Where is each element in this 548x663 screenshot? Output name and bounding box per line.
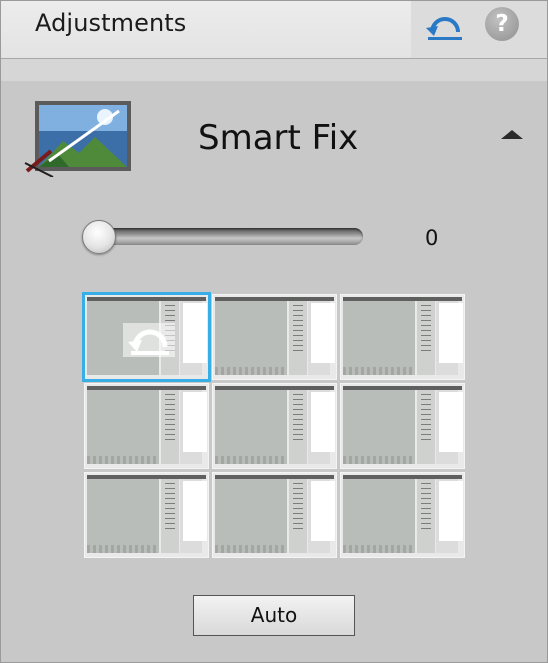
thumbnail-3[interactable]: [340, 294, 465, 380]
undo-button[interactable]: [424, 8, 466, 42]
thumbnail-6[interactable]: [340, 383, 465, 469]
help-button[interactable]: ?: [485, 7, 519, 41]
auto-button[interactable]: Auto: [193, 595, 355, 636]
adjustments-panel: Adjustments ? Smart Fix 0 Auto: [0, 0, 548, 663]
thumbnail-1[interactable]: [82, 292, 211, 382]
panel-title: Adjustments: [35, 9, 187, 37]
thumbnail-8[interactable]: [212, 472, 337, 558]
smart-fix-section: Smart Fix 0 Auto: [1, 81, 547, 662]
undo-arrow-icon: [426, 17, 462, 40]
thumbnail-4[interactable]: [84, 383, 209, 469]
smart-fix-icon: [23, 101, 133, 178]
thumbnail-9[interactable]: [340, 472, 465, 558]
thumbnail-2[interactable]: [212, 294, 337, 380]
reset-arrow-icon: [128, 329, 169, 355]
header-divider: [1, 59, 547, 81]
panel-header: Adjustments ?: [1, 1, 547, 59]
section-title: Smart Fix: [198, 118, 359, 158]
help-icon: ?: [495, 11, 509, 37]
collapse-triangle-icon[interactable]: [501, 130, 523, 139]
thumbnail-5[interactable]: [212, 383, 337, 469]
thumbnail-7[interactable]: [84, 472, 209, 558]
smart-fix-slider-track[interactable]: [91, 228, 363, 245]
smart-fix-slider-thumb[interactable]: [82, 220, 116, 254]
thumbnail-grid: [82, 292, 467, 560]
slider-value: 0: [425, 226, 439, 250]
